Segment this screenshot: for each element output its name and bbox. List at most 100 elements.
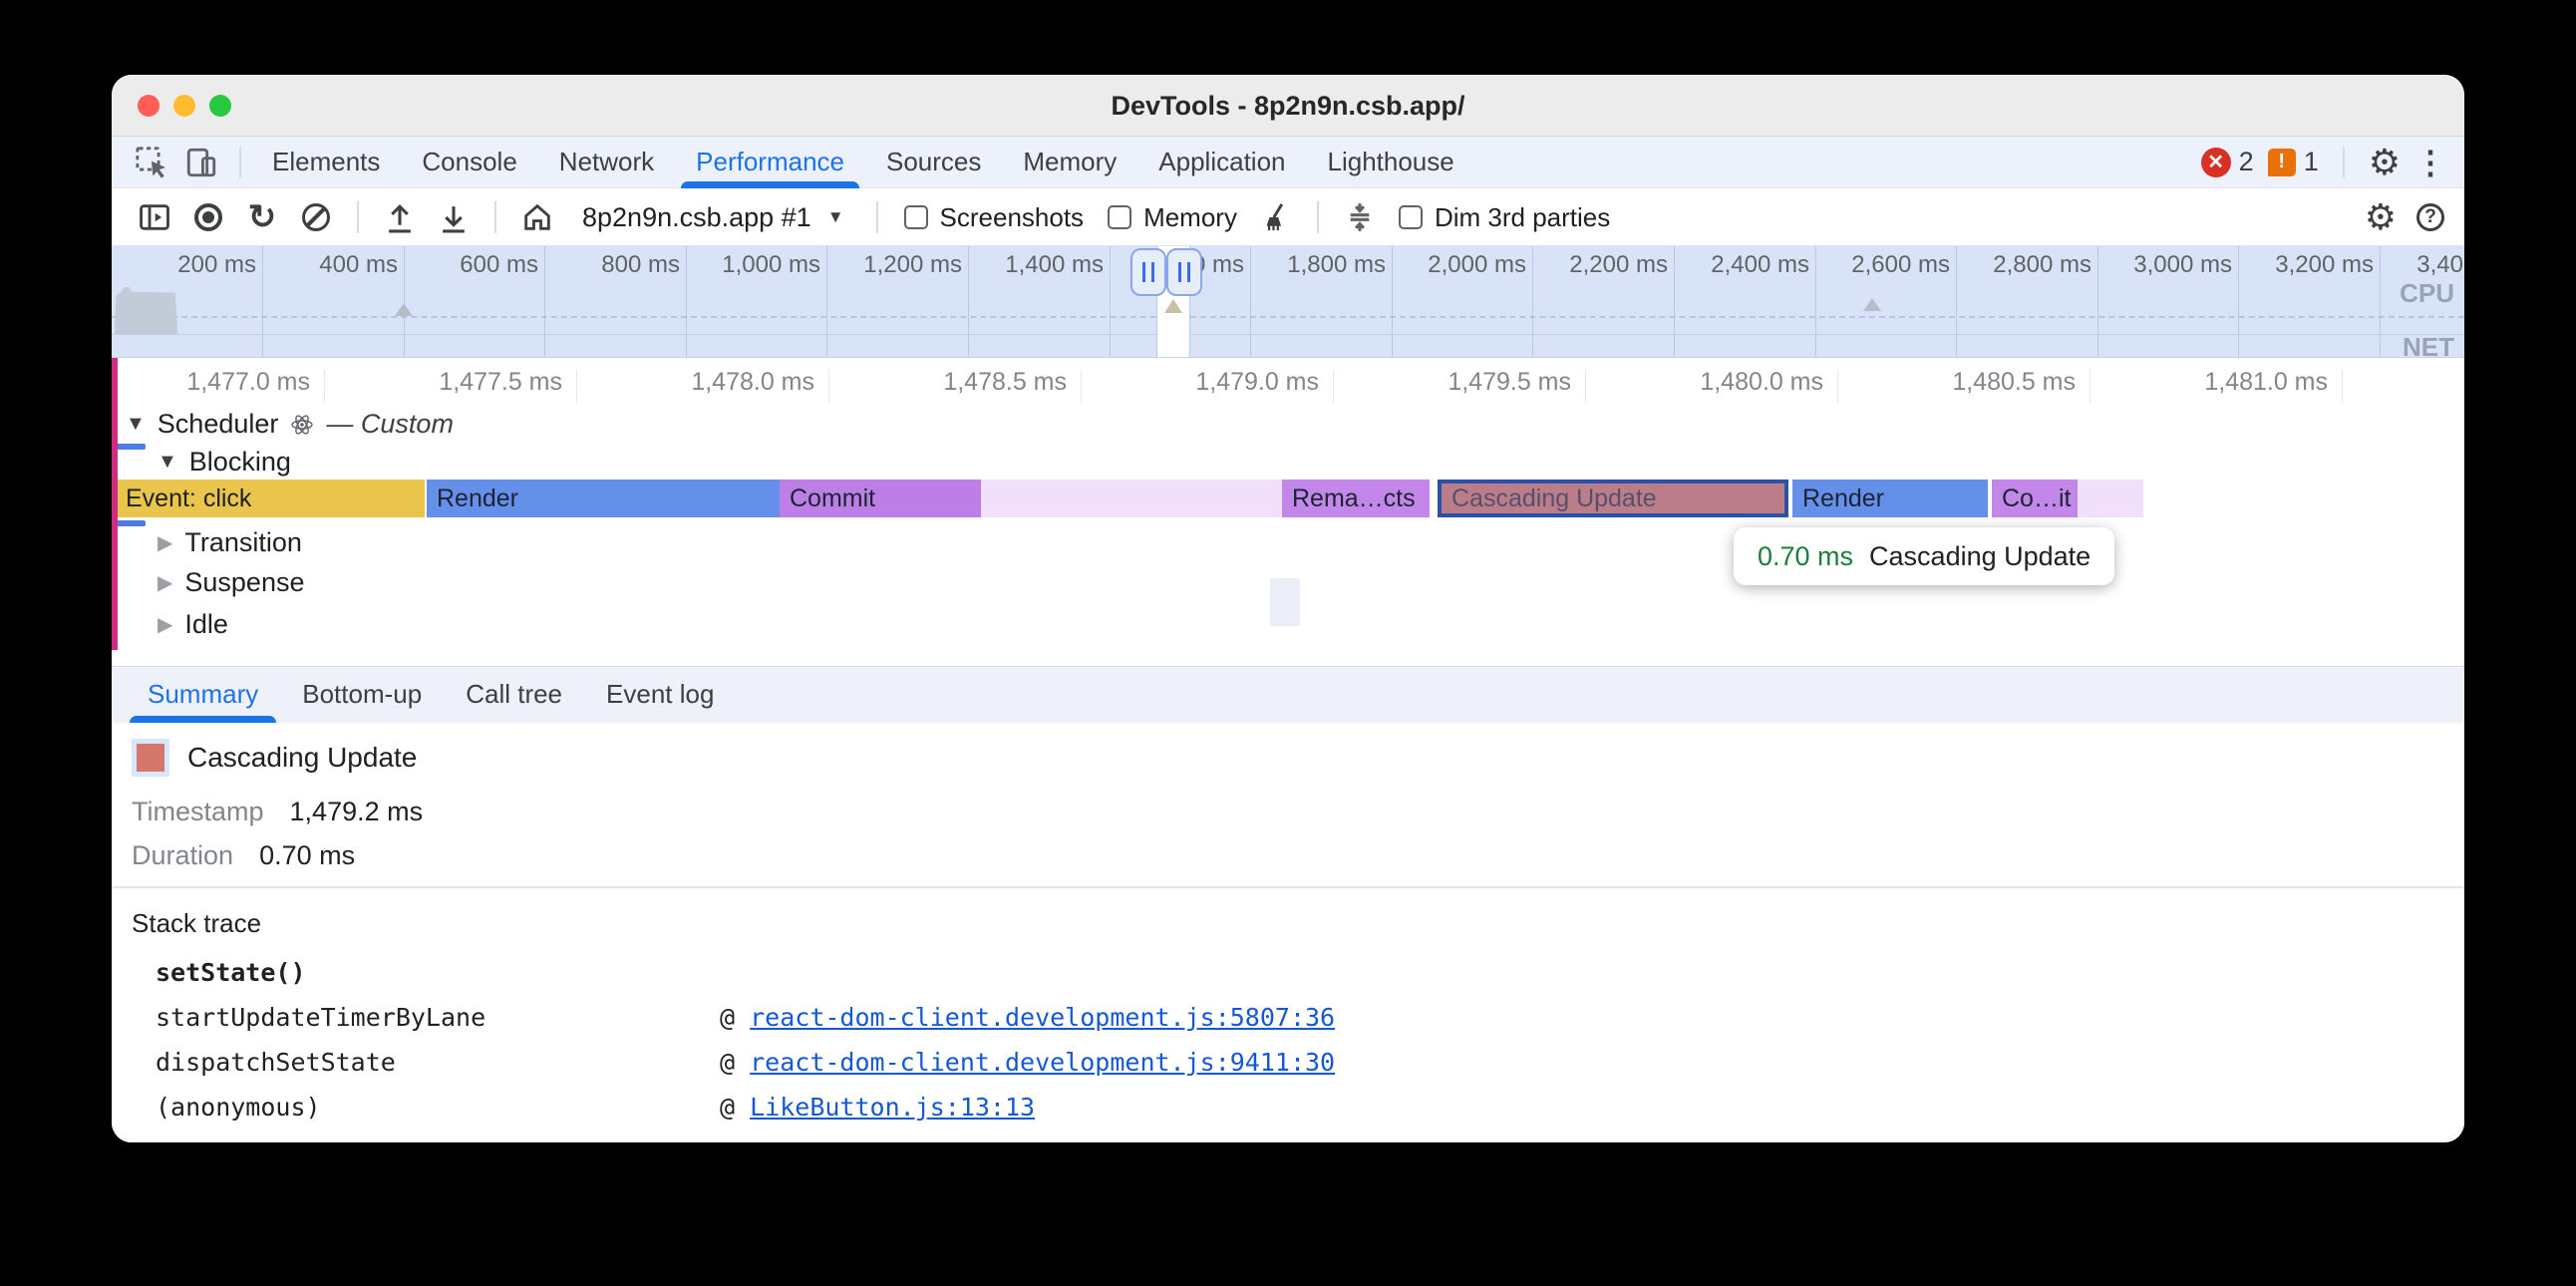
settings-gear-icon[interactable]: ⚙ — [2369, 145, 2401, 180]
tab-application[interactable]: Application — [1137, 137, 1306, 188]
flame-bar-cascading-update[interactable]: Cascading Update — [1438, 480, 1788, 517]
help-icon[interactable]: ? — [2416, 203, 2444, 231]
transition-lane-header[interactable]: ▶ Transition — [158, 527, 302, 558]
ruler-tick-label: 1,481.0 ms — [2168, 368, 2328, 397]
overview-tick-label: 2,600 ms — [1830, 251, 1950, 279]
clear-recording-icon[interactable] — [293, 194, 339, 240]
overview-tick-line — [1674, 246, 1675, 358]
more-options-icon[interactable]: ⋮ — [2415, 144, 2446, 181]
error-badge[interactable]: ✕2 — [2201, 147, 2254, 177]
event-color-swatch — [137, 744, 164, 772]
details-tab-event-log[interactable]: Event log — [584, 667, 736, 723]
flame-bar-co-it[interactable]: Co…it — [1992, 480, 2078, 517]
scheduler-track-header[interactable]: ▼ Scheduler — Custom — [126, 409, 454, 440]
tab-elements[interactable]: Elements — [251, 137, 401, 188]
tab-network[interactable]: Network — [538, 137, 675, 188]
tab-memory[interactable]: Memory — [1002, 137, 1137, 188]
overview-tick-label: 1,800 ms — [1266, 251, 1386, 279]
source-link[interactable]: react-dom-client.development.js:5807:36 — [750, 1003, 1335, 1032]
upload-profile-icon[interactable] — [377, 194, 423, 240]
devtools-tabbar: ElementsConsoleNetworkPerformanceSources… — [112, 137, 2464, 188]
dim-3rd-parties-checkbox[interactable]: Dim 3rd parties — [1399, 202, 1610, 233]
ruler-tick-label: 1,480.0 ms — [1664, 368, 1823, 397]
flame-bar-event-click[interactable]: Event: click — [116, 480, 425, 517]
idle-lane-header[interactable]: ▶ Idle — [158, 609, 228, 640]
stack-trace-heading: Stack trace — [132, 908, 261, 939]
details-tabbar: SummaryBottom-upCall treeEvent log — [112, 666, 2464, 723]
stack-frame-location: @ LikeButton.js:13:13 — [720, 1085, 1035, 1129]
garbage-collect-icon[interactable] — [1253, 194, 1299, 240]
selection-left-handle[interactable] — [1130, 248, 1166, 296]
flame-bar-render[interactable]: Render — [1792, 480, 1988, 517]
toggle-sidebar-icon[interactable] — [132, 194, 177, 240]
home-icon[interactable] — [514, 194, 560, 240]
overview-tick-line — [686, 246, 687, 358]
overview-tick-label: 1,400 ms — [984, 251, 1104, 279]
stack-trace-list: setState()startUpdateTimerByLane@ react-… — [132, 950, 2444, 1129]
flame-bar-rema-cts[interactable]: Rema…cts — [1282, 480, 1430, 517]
overview-tick-line — [262, 246, 263, 358]
inspect-element-icon[interactable] — [130, 141, 173, 184]
tab-lighthouse[interactable]: Lighthouse — [1307, 137, 1475, 188]
device-toolbar-icon[interactable] — [179, 141, 223, 184]
overview-tick-line — [1392, 246, 1393, 358]
stack-frame-row: dispatchSetState@ react-dom-client.devel… — [132, 1040, 2444, 1085]
ruler-tick-label: 1,477.0 ms — [151, 368, 310, 397]
overview-tick-label: 2,400 ms — [1690, 251, 1809, 279]
overview-tick-label: 800 ms — [560, 251, 680, 279]
overview-tick-line — [2238, 246, 2239, 358]
details-tab-summary[interactable]: Summary — [126, 667, 280, 723]
overview-tick-line — [1532, 246, 1533, 358]
collapse-sections-icon[interactable] — [1337, 194, 1383, 240]
details-tab-bottom-up[interactable]: Bottom-up — [280, 667, 444, 723]
flame-bar-pad[interactable] — [981, 480, 1282, 517]
overview-tick-label: 200 ms — [137, 251, 256, 279]
overview-tick-line — [2097, 246, 2098, 358]
flame-bar-pad[interactable] — [2078, 480, 2143, 517]
overview-tick-line — [1815, 246, 1816, 358]
tab-console[interactable]: Console — [401, 137, 537, 188]
at-symbol: @ — [720, 1093, 750, 1122]
source-link[interactable]: react-dom-client.development.js:9411:30 — [750, 1048, 1335, 1077]
timeline-overview[interactable]: 200 ms400 ms600 ms800 ms1,000 ms1,200 ms… — [112, 246, 2464, 358]
flame-row: Event: clickRenderCommitRema…ctsCascadin… — [112, 480, 2464, 517]
selection-right-handle[interactable] — [1166, 248, 1202, 296]
capture-settings-gear-icon[interactable]: ⚙ — [2365, 199, 2397, 235]
divider — [112, 886, 2464, 888]
record-and-reload-icon[interactable]: ↻ — [239, 194, 285, 240]
flamechart-ruler: 1,477.0 ms1,477.5 ms1,478.0 ms1,478.5 ms… — [112, 358, 2464, 403]
suspense-lane-header[interactable]: ▶ Suspense — [158, 567, 304, 598]
separator — [1317, 201, 1319, 233]
hover-highlight — [1270, 578, 1300, 626]
stack-frame-function: (anonymous) — [156, 1093, 321, 1122]
download-profile-icon[interactable] — [431, 194, 477, 240]
overview-tick-line — [826, 246, 827, 358]
blocking-lane-header[interactable]: ▼ Blocking — [158, 447, 291, 478]
warning-badge[interactable]: !1 — [2268, 147, 2319, 177]
overview-tick-line — [1110, 246, 1111, 358]
tooltip-duration: 0.70 ms — [1758, 541, 1853, 572]
ruler-tick-label: 1,477.5 ms — [403, 368, 562, 397]
flame-bar-render[interactable]: Render — [427, 480, 780, 517]
stack-frame-location: @ react-dom-client.development.js:5807:3… — [720, 995, 1335, 1040]
memory-checkbox[interactable]: Memory — [1108, 202, 1237, 233]
track-kind-label: — Custom — [326, 409, 454, 440]
flame-bar-commit[interactable]: Commit — [780, 480, 981, 517]
screenshots-checkbox[interactable]: Screenshots — [904, 202, 1085, 233]
source-link[interactable]: LikeButton.js:13:13 — [750, 1093, 1035, 1122]
history-dropdown[interactable]: 8p2n9n.csb.app #1▼ — [568, 202, 858, 233]
summary-panel: Cascading Update Timestamp1,479.2 ms Dur… — [112, 723, 2464, 1142]
window-title: DevTools - 8p2n9n.csb.app/ — [112, 75, 2464, 137]
triangle-right-icon: ▶ — [158, 612, 172, 637]
record-button[interactable] — [185, 194, 231, 240]
overview-tick-line — [1250, 246, 1251, 358]
tab-performance[interactable]: Performance — [675, 137, 865, 188]
overview-tick-label: 3,000 ms — [2112, 251, 2232, 279]
overview-tick-label: 2,800 ms — [1972, 251, 2092, 279]
triangle-down-icon: ▼ — [158, 451, 177, 474]
marker-triangle — [395, 303, 413, 316]
stack-frame-row: startUpdateTimerByLane@ react-dom-client… — [132, 995, 2444, 1040]
details-tab-call-tree[interactable]: Call tree — [444, 667, 584, 723]
separator — [239, 147, 241, 178]
tab-sources[interactable]: Sources — [865, 137, 1002, 188]
